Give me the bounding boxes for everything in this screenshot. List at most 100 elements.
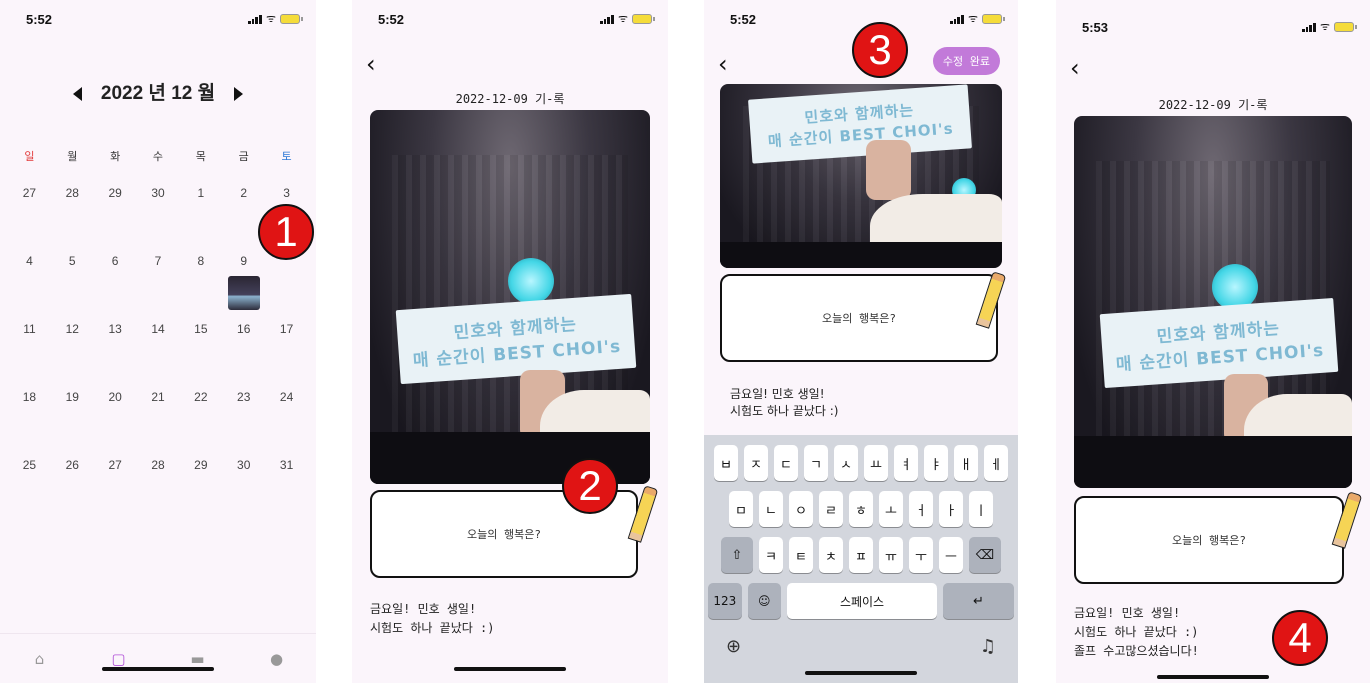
calendar-day[interactable]: 27 <box>8 186 51 254</box>
month-label: 2022 년 12 월 <box>100 83 216 104</box>
wifi-icon: ᯤ <box>265 12 276 25</box>
signal-icon <box>599 14 614 24</box>
key[interactable]: ㅗ <box>879 491 903 527</box>
key[interactable]: ㄱ <box>804 445 828 481</box>
key[interactable]: ㅁ <box>729 491 753 527</box>
calendar-day[interactable]: 14 <box>137 322 180 390</box>
globe-icon[interactable]: ⊕ <box>726 636 741 657</box>
calendar-day[interactable]: 8 <box>179 254 222 322</box>
truck-icon[interactable]: ▬ <box>183 650 213 668</box>
key[interactable]: ㅏ <box>939 491 963 527</box>
calendar-day[interactable]: 18 <box>8 390 51 458</box>
wifi-icon: ᯤ <box>617 12 628 25</box>
calendar-day[interactable]: 22 <box>179 390 222 458</box>
happiness-prompt: 오늘의 행복은? <box>467 528 541 541</box>
key[interactable]: ㅊ <box>819 537 843 573</box>
calendar-day[interactable]: 16 <box>222 322 265 390</box>
key[interactable]: ㅔ <box>984 445 1008 481</box>
prev-month-icon[interactable] <box>72 86 82 101</box>
month-header: 2022 년 12 월 <box>0 78 316 105</box>
back-icon[interactable]: ‹ <box>1070 54 1080 82</box>
entry-line: 졸프 수고많으셨습니다! <box>1074 644 1199 658</box>
calendar-day[interactable]: 28 <box>137 458 180 526</box>
back-icon[interactable]: ‹ <box>718 50 728 78</box>
calendar-day[interactable]: 30 <box>137 186 180 254</box>
weekday-label: 일 <box>24 151 35 163</box>
calendar-day[interactable]: 23 <box>222 390 265 458</box>
calendar-day[interactable]: 13 <box>94 322 137 390</box>
microphone-icon[interactable]: ♫ <box>980 636 996 657</box>
numbers-key[interactable]: 123 <box>708 583 742 619</box>
key[interactable]: ㄷ <box>774 445 798 481</box>
calendar-day[interactable]: 21 <box>137 390 180 458</box>
next-month-icon[interactable] <box>234 86 244 101</box>
battery-icon <box>632 14 655 24</box>
key[interactable]: ㅋ <box>759 537 783 573</box>
calendar-day[interactable]: 29 <box>94 186 137 254</box>
key[interactable]: ㅌ <box>789 537 813 573</box>
home-icon[interactable]: ⌂ <box>25 650 55 668</box>
calendar-day[interactable]: 5 <box>51 254 94 322</box>
home-indicator <box>805 671 917 675</box>
key[interactable]: ㄹ <box>819 491 843 527</box>
calendar-day[interactable]: 17 <box>265 322 308 390</box>
calendar-day[interactable]: 12 <box>51 322 94 390</box>
calendar-day[interactable]: 15 <box>179 322 222 390</box>
calendar-day[interactable]: 25 <box>8 458 51 526</box>
shift-icon[interactable]: ⇧ <box>721 537 753 573</box>
home-indicator <box>454 667 566 671</box>
calendar-day-with-entry[interactable]: 9 <box>222 254 265 322</box>
status-time: 5:53 <box>1082 20 1109 35</box>
calendar-day[interactable]: 20 <box>94 390 137 458</box>
calendar-day[interactable]: 27 <box>94 458 137 526</box>
calendar-screen: 5:52 ᯤ 2022 년 12 월 일 월 화 수 목 금 토 27 28 2… <box>0 0 316 683</box>
calendar-icon[interactable]: ▢ <box>104 650 134 668</box>
key[interactable]: ㅂ <box>714 445 738 481</box>
battery-icon <box>982 14 1005 24</box>
calendar-day[interactable]: 11 <box>8 322 51 390</box>
calendar-day[interactable]: 31 <box>265 458 308 526</box>
key[interactable]: ㅅ <box>834 445 858 481</box>
calendar-day[interactable]: 29 <box>179 458 222 526</box>
calendar-day[interactable]: 30 <box>222 458 265 526</box>
space-key[interactable]: 스페이스 <box>787 583 937 619</box>
diary-entry-input[interactable]: 금요일! 민호 생일! 시험도 하나 끝났다 :) <box>730 386 839 420</box>
calendar-day[interactable]: 4 <box>8 254 51 322</box>
key[interactable]: ㅇ <box>789 491 813 527</box>
key[interactable]: ㅜ <box>909 537 933 573</box>
key[interactable]: ㅡ <box>939 537 963 573</box>
calendar-day[interactable]: 2 <box>222 186 265 254</box>
home-indicator <box>1157 675 1269 679</box>
edit-complete-button[interactable]: 수정 완료 <box>932 47 1000 75</box>
key[interactable]: ㅕ <box>894 445 918 481</box>
diary-date-title: 2022-12-09 기-록 <box>455 92 565 106</box>
key[interactable]: ㅎ <box>849 491 873 527</box>
calendar-day[interactable]: 28 <box>51 186 94 254</box>
key[interactable]: ㅛ <box>864 445 888 481</box>
emoji-icon[interactable]: ☺ <box>747 583 782 619</box>
back-icon[interactable]: ‹ <box>366 50 376 78</box>
key[interactable]: ㅍ <box>849 537 873 573</box>
key[interactable]: ㅐ <box>954 445 978 481</box>
happiness-prompt-box[interactable]: 오늘의 행복은? <box>1074 496 1344 584</box>
key[interactable]: ㅈ <box>744 445 768 481</box>
calendar-day[interactable]: 19 <box>51 390 94 458</box>
calendar-day[interactable]: 24 <box>265 390 308 458</box>
signal-icon <box>949 14 964 24</box>
step-badge-1: 1 <box>258 204 314 260</box>
calendar-day[interactable]: 26 <box>51 458 94 526</box>
calendar-day[interactable]: 7 <box>137 254 180 322</box>
calendar-day[interactable]: 1 <box>179 186 222 254</box>
calendar-day[interactable]: 6 <box>94 254 137 322</box>
happiness-prompt-box[interactable]: 오늘의 행복은? <box>720 274 998 362</box>
key[interactable]: ㅣ <box>969 491 993 527</box>
entry-thumbnail[interactable] <box>227 276 260 310</box>
person-icon[interactable]: ● <box>262 650 292 668</box>
return-icon[interactable]: ↵ <box>942 583 1014 619</box>
key[interactable]: ㅠ <box>879 537 903 573</box>
backspace-icon[interactable]: ⌫ <box>969 537 1001 573</box>
calendar-day[interactable] <box>265 254 308 322</box>
key[interactable]: ㅓ <box>909 491 933 527</box>
key[interactable]: ㅑ <box>924 445 948 481</box>
key[interactable]: ㄴ <box>759 491 783 527</box>
